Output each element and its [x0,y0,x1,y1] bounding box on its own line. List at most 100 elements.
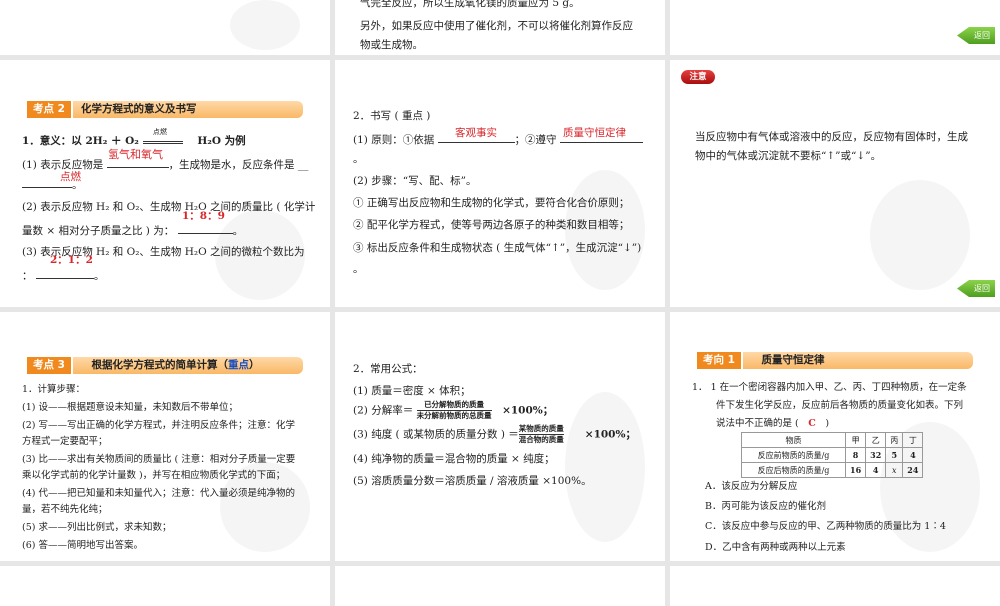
slide-formulas[interactable]: 2．常用公式： (1) 质量＝密度 × 体积； (2) 分解率＝ 已分解物质的质… [335,312,665,561]
text: 。 [72,179,83,191]
option-d: D．乙中含有两种或两种以上元素 [705,542,846,553]
fraction-purity: 某物质的质量 混合物的质量 [518,424,564,445]
answer-reactants: 氢气和氧气 [108,148,163,161]
table-cell: 24 [902,462,924,478]
text: 2．书写 ( 重点 ) [353,110,431,122]
text-line: 另外，如果反应中使用了催化剂，不可以将催化剂算作反应 [360,20,633,32]
equation-right: H₂O 为例 [197,135,246,147]
slide-bottom-middle[interactable] [335,566,665,606]
table-cell: 4 [865,462,887,478]
text: ) [825,418,830,429]
slide-top-right[interactable]: 返回 [670,0,1000,55]
table-cell: 8 [844,447,867,463]
slide-bottom-left[interactable] [0,566,330,606]
text: 乘以化学式前的化学计量数 )，并写在相应物质化学式的下面； [22,470,286,481]
equation-condition: 点燃 [152,128,167,136]
text: 。 [232,225,244,237]
section-header: 考点 3 根据化学方程式的简单计算（重点） [27,357,303,374]
text: (1) 设——根据题意设未知量，未知数后不带单位； [22,402,238,413]
text: (3) 纯度 ( 或某物质的质量分数 ) ＝ [353,428,519,441]
text: 说法中不正确的是 ( [716,418,799,429]
text: 1．计算步骤： [22,384,86,395]
text: (5) 求——列出比例式，求未知数； [22,522,172,533]
numerator: 已分解物质的质量 [416,400,492,411]
slide-note[interactable]: 注意 当反应物中有气体或溶液中的反应，反应物有固体时，生成 物中的气体或沉淀就不… [670,60,1000,307]
text: 。 [353,263,364,275]
fraction-decomposition: 已分解物质的质量 未分解前物质的总质量 [416,400,492,421]
slide-equation-meaning[interactable]: 考点 2 化学方程式的意义及书写 1．意义：以 2H₂ ＋ O₂ 点燃 H₂O 为例… [0,60,330,307]
table-header: 乙 [865,432,887,448]
text: 。 [93,270,105,282]
answer-principle-1: 客观事实 [455,127,497,139]
text: ×100%； [502,404,554,417]
text: (3) 比——求出有关物质间的质量比 ( 注意：相对分子质量一定要 [22,454,296,465]
slide-equation-writing[interactable]: 2．书写 ( 重点 ) (1) 原则：①依据 ；②遵守 客观事实 质量守恒定律 … [335,60,665,307]
text: (2) 表示反应物 H₂ 和 O₂、生成物 H₂O 之间的质量比 ( 化学计 [22,201,316,213]
table-header: 物质 [741,432,846,448]
slide-mass-conservation[interactable]: 考向 1 质量守恒定律 1． 1 在一个密闭容器内加入甲、乙、丙、丁四种物质，在… [670,312,1000,561]
denominator: 未分解前物质的总质量 [416,411,492,420]
text-line: 物或生成物。 [360,39,423,51]
table-cell: 反应前物质的质量/g [741,447,846,463]
section-title: 质量守恒定律 [761,354,825,366]
text: 物中的气体或沉淀就不要标“↑”或“↓”。 [695,150,882,162]
section-badge: 考向 1 [697,352,743,369]
return-button[interactable]: 返回 [957,27,995,44]
table-row: 反应后物质的质量/g 16 4 x 24 [741,462,924,478]
text: (6) 答——简明地写出答案。 [22,540,143,551]
section-header: 考点 2 化学方程式的意义及书写 [27,101,303,118]
text: 。 [353,153,364,165]
table-header-row: 物质甲乙丙丁 [741,432,924,448]
text: (4) 纯净物的质量＝混合物的质量 × 纯度； [353,453,555,465]
section-title: 根据化学方程式的简单计算（ [91,359,228,371]
section-badge: 考点 3 [27,357,73,374]
equation-left: 1．意义：以 2H₂ ＋ O₂ [22,135,139,147]
section-title-emphasis: 重点 [227,359,249,371]
section-title: 化学方程式的意义及书写 [80,103,197,115]
text: 量数 × 相对分子质量之比 ) 为： [22,225,175,237]
text: ，生成物是水，反应条件是 __ [168,159,309,171]
text: ① 正确写出反应物和生成物的化学式，要符合化合价原则； [353,197,630,209]
table-cell: 4 [902,447,924,463]
option-c: C．该反应中参与反应的甲、乙两种物质的质量比为 1∶4 [705,521,946,532]
answer: C [808,418,816,429]
table-row: 反应前物质的质量/g 8 32 5 4 [741,447,924,463]
text: (1) 质量＝密度 × 体积； [353,385,471,397]
option-b: B．丙可能为该反应的催化剂 [705,501,826,512]
text: 量，若不纯先化纯； [22,504,108,515]
answer-principle-2: 质量守恒定律 [563,127,626,139]
denominator: 混合物的质量 [518,435,564,444]
text: 1． 1 在一个密闭容器内加入甲、乙、丙、丁四种物质，在一定条 [692,382,967,393]
mass-table: 物质甲乙丙丁 反应前物质的质量/g 8 32 5 4 反应后物质的质量/g 16 4 x 24 [741,432,924,478]
table-cell: 16 [844,462,867,478]
text: 2．常用公式： [353,363,423,375]
table-cell: 5 [885,447,904,463]
text: ③ 标出反应条件和生成物状态 ( 生成气体“↑”，生成沉淀“↓”) [353,242,642,254]
table-header: 丁 [902,432,924,448]
table-cell: 32 [865,447,887,463]
section-title-end: ） [248,359,260,371]
text: ： [22,270,33,282]
text: (1) 原则：①依据 [353,134,435,146]
text: (2) 写——写出正确的化学方程式，并注明反应条件；注意：化学 [22,420,295,431]
text: (2) 分解率＝ [353,404,414,417]
slide-top-middle[interactable]: 气完全反应，所以生成氧化镁的质量应为 5 g。 另外，如果反应中使用了催化剂，不… [335,0,665,55]
text-line: 气完全反应，所以生成氧化镁的质量应为 5 g。 [360,0,580,9]
slide-bottom-right[interactable] [670,566,1000,606]
slide-calculation[interactable]: 考点 3 根据化学方程式的简单计算（重点） 1．计算步骤： (1) 设——根据题… [0,312,330,561]
table-header: 甲 [844,432,867,448]
text: 方程式一定要配平； [22,436,108,447]
table-header: 丙 [885,432,904,448]
text: (5) 溶质质量分数＝溶质质量 / 溶液质量 ×100%。 [353,475,592,487]
text: (4) 代——把已知量和未知量代入；注意：代入量必须是纯净物的 [22,488,295,499]
option-a: A．该反应为分解反应 [705,481,798,492]
text: 当反应物中有气体或溶液中的反应，反应物有固体时，生成 [695,131,968,143]
text: ；②遵守 [514,134,557,146]
table-cell: x [885,462,904,478]
section-header: 考向 1 质量守恒定律 [697,352,973,369]
text: 件下发生化学反应，反应前后各物质的质量变化如表。下列 [716,400,964,411]
text: (2) 步骤：“写、配、标”。 [353,175,477,187]
slide-top-left[interactable] [0,0,330,55]
return-button[interactable]: 返回 [957,280,995,297]
answer-mass-ratio: 1：8：9 [182,210,225,222]
